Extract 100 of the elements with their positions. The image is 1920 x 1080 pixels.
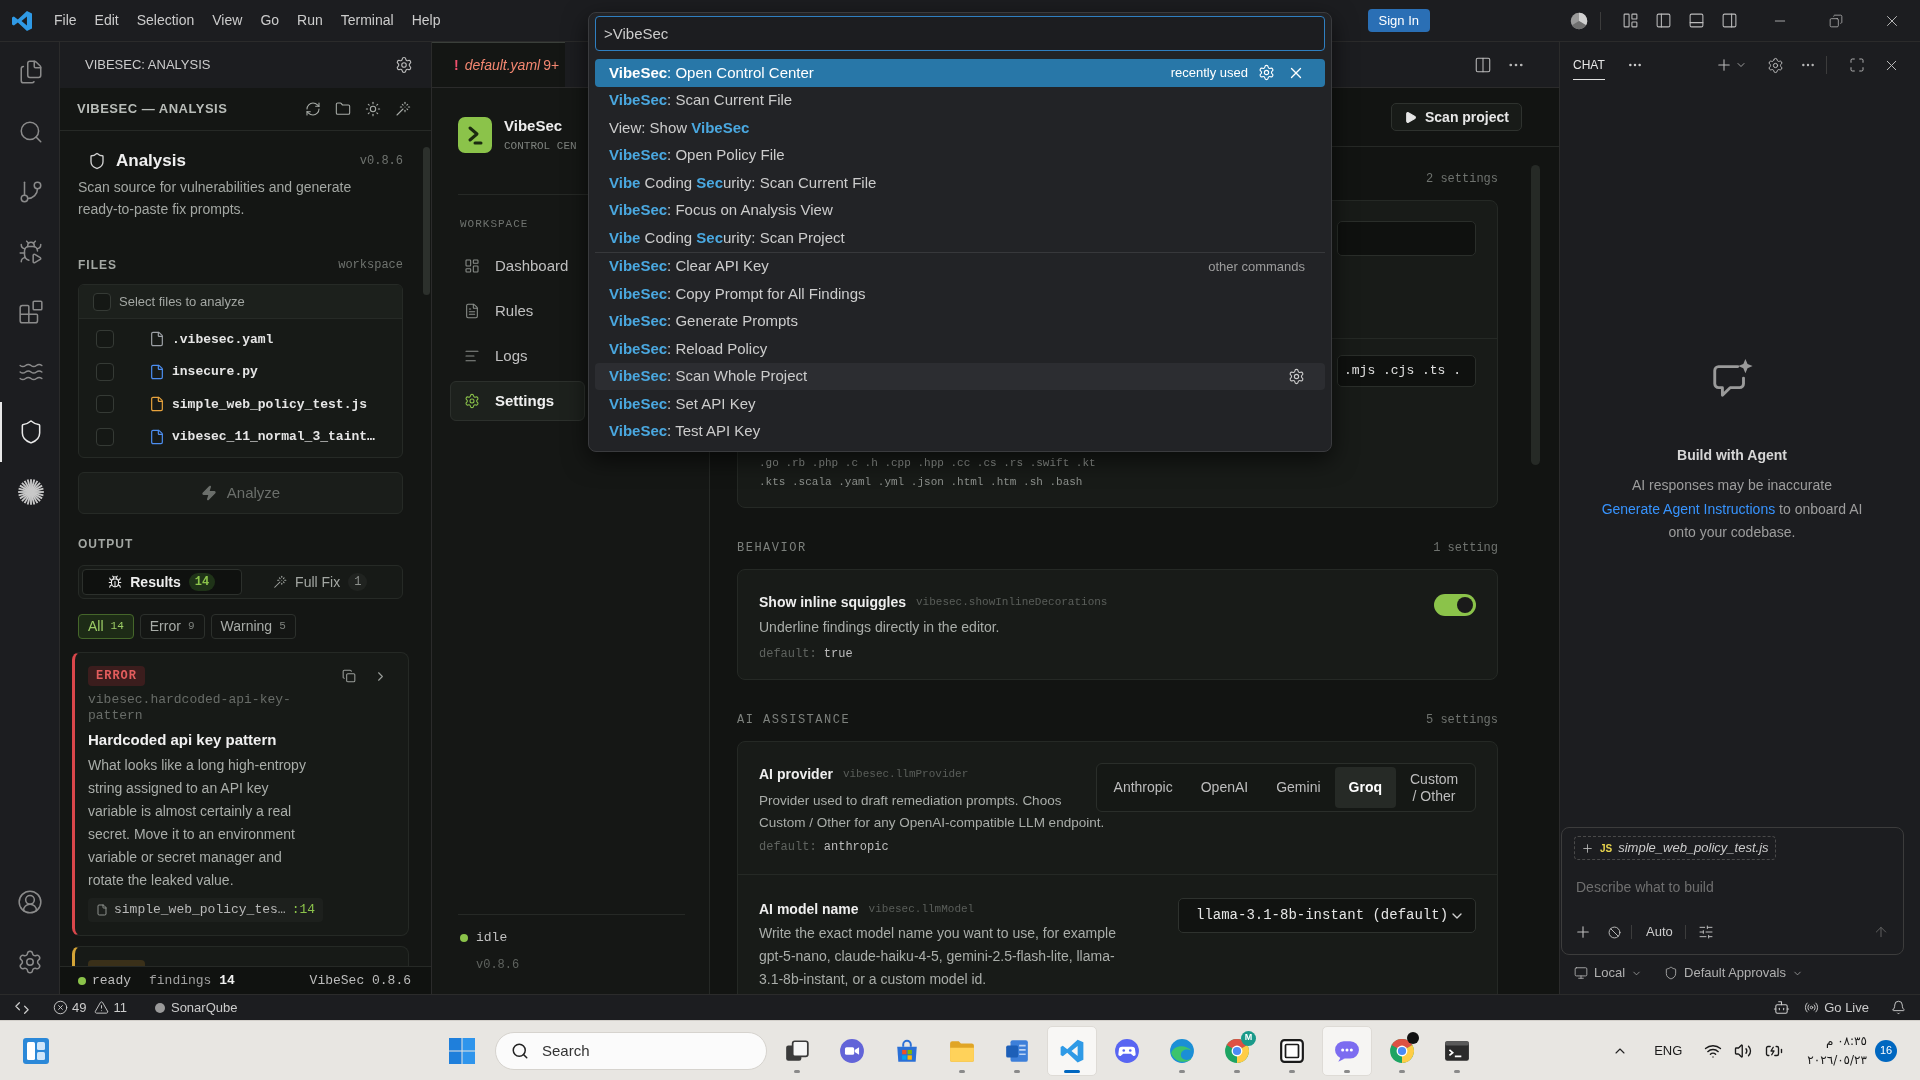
scan-project-button[interactable]: Scan project [1390,103,1522,131]
copy-icon[interactable] [342,669,356,683]
command-item[interactable]: VibeSec: Generate Prompts [595,307,1325,335]
speaker-icon[interactable] [1734,1041,1753,1060]
nav-item[interactable]: Settings [450,381,585,421]
footer-option[interactable]: Default Approvals [1684,963,1786,983]
sun-icon[interactable] [365,101,381,117]
menu-item[interactable]: Run [288,6,332,35]
slashed-circle-icon[interactable] [1608,925,1621,939]
checkbox[interactable] [96,395,114,414]
bot-icon[interactable] [1773,999,1791,1016]
split-editor-icon[interactable] [1474,55,1492,74]
bell-icon[interactable] [1891,1000,1906,1015]
instructions-link[interactable]: Generate Agent Instructions [1601,501,1776,517]
checkbox[interactable] [96,362,114,381]
maximize-icon[interactable] [1849,57,1865,73]
refresh-icon[interactable] [305,101,321,117]
gear-icon[interactable] [1288,367,1305,385]
command-item[interactable]: VibeSec: Scan Current File [595,86,1325,114]
command-item[interactable]: VibeSec: Reload Policy [595,335,1325,363]
monitor-icon[interactable] [1574,966,1588,980]
search-field[interactable]: Search [495,1031,767,1070]
model-select[interactable]: llama-3.1-8b-instant (default) [1178,898,1476,933]
nav-item[interactable]: Rules [450,291,585,331]
chat-input[interactable]: Describe what to build [1574,875,1889,899]
problems-button[interactable]: 49 11 [53,997,127,1018]
panel-left-icon[interactable] [1655,12,1672,29]
sonar-status[interactable]: SonarQube [154,997,238,1018]
checkbox[interactable] [96,427,114,446]
settings-icon[interactable] [1767,56,1784,74]
segment-option[interactable]: Groq [1334,767,1396,808]
plus-icon[interactable] [1715,56,1733,74]
footer-option[interactable]: Local [1594,963,1626,983]
start-icon[interactable] [448,1036,476,1065]
command-item[interactable]: VibeSec: Open Control Center recently used [595,59,1325,87]
segment-option[interactable]: Anthropic [1099,767,1187,808]
filter-chip[interactable]: All 14 [78,614,134,639]
sign-in-button[interactable]: Sign In [1367,9,1430,32]
attachment-chip[interactable]: JS simple_web_policy_test.js [1574,836,1776,860]
output-tab[interactable]: Full Fix 1 [241,569,399,595]
account-icon[interactable] [16,889,43,915]
file-link[interactable]: simple_web_policy_tes… :14 [88,898,324,922]
command-item[interactable]: View: Show VibeSec [595,114,1325,142]
branch-icon[interactable] [17,179,44,205]
editor-tab[interactable]: ! default.yaml 9+ [432,42,566,87]
blocks-icon[interactable] [17,299,44,325]
command-item[interactable]: Vibe Coding Security: Scan Project [595,224,1325,252]
file-name[interactable]: insecure.py [172,362,258,382]
panel-right-icon[interactable] [1721,12,1738,29]
customize-layout-icon[interactable] [1622,12,1639,29]
folder-icon[interactable] [335,101,351,117]
segment-option[interactable]: OpenAI [1186,767,1263,808]
input-field[interactable]: .mjs .cjs .ts . [1337,355,1476,387]
command-item[interactable]: VibeSec: Copy Prompt for All Findings [595,280,1325,308]
command-item[interactable]: VibeSec: Focus on Analysis View [595,196,1325,224]
menu-item[interactable]: Help [402,6,450,35]
filter-chip[interactable]: Warning 5 [210,614,296,639]
settings-icon[interactable] [395,56,413,74]
output-tab[interactable]: Results 14 [82,569,242,595]
filter-chip[interactable]: Error 9 [139,614,205,639]
segment-option[interactable]: Gemini [1262,767,1335,808]
plus-icon[interactable] [1574,923,1592,941]
menu-item[interactable]: Edit [85,6,128,35]
menu-item[interactable]: Selection [127,6,204,35]
nav-item[interactable]: Dashboard [450,246,585,286]
checkbox[interactable] [93,292,111,311]
toggle-switch[interactable] [1434,594,1476,616]
panel-bottom-icon[interactable] [1688,12,1705,29]
menu-item[interactable]: View [203,6,252,35]
segmented-circle-icon[interactable] [1570,11,1588,30]
command-input[interactable]: >VibeSec [595,16,1325,51]
restore-icon[interactable] [1829,13,1843,28]
file-name[interactable]: vibesec_11_normal_3_taint… [172,427,375,447]
bug-play-icon[interactable] [17,239,44,265]
command-item[interactable]: VibeSec: Clear API Key other commands [595,252,1325,280]
command-item[interactable]: VibeSec: Test API Key [595,417,1325,445]
file-name[interactable]: .vibesec.yaml [172,329,274,349]
command-item[interactable]: VibeSec: Set API Key [595,390,1325,418]
chevrons-icon[interactable] [15,1000,29,1015]
menu-item[interactable]: File [45,6,86,35]
language-indicator[interactable]: ENG [1654,1040,1683,1061]
sliders-icon[interactable] [1697,924,1714,940]
menu-item[interactable]: Terminal [331,6,403,35]
widgets-icon[interactable] [22,1036,50,1065]
clock[interactable]: ٠٨:٣٥ م ٢٠٢٦/٠٥/٢٣ [1807,1031,1867,1070]
segment-option[interactable]: Custom / Other [1396,767,1472,808]
nav-item[interactable]: Logs [450,336,585,376]
file-name[interactable]: simple_web_policy_test.js [172,394,368,414]
menu-item[interactable]: Go [251,6,289,35]
go-live-button[interactable]: Go Live [1804,997,1869,1018]
starburst-icon[interactable] [16,478,45,506]
notification-badge[interactable]: 16 [1875,1039,1897,1062]
mode-picker[interactable]: Auto [1646,922,1673,942]
settings-icon[interactable] [16,949,43,975]
wand-icon[interactable] [395,101,411,117]
checkbox[interactable] [96,330,114,349]
command-item[interactable]: Vibe Coding Security: Scan Current File [595,169,1325,197]
input-field[interactable] [1337,221,1476,256]
command-item[interactable]: VibeSec: Open Policy File [595,141,1325,169]
panel-tab[interactable]: CHAT [1573,50,1605,80]
